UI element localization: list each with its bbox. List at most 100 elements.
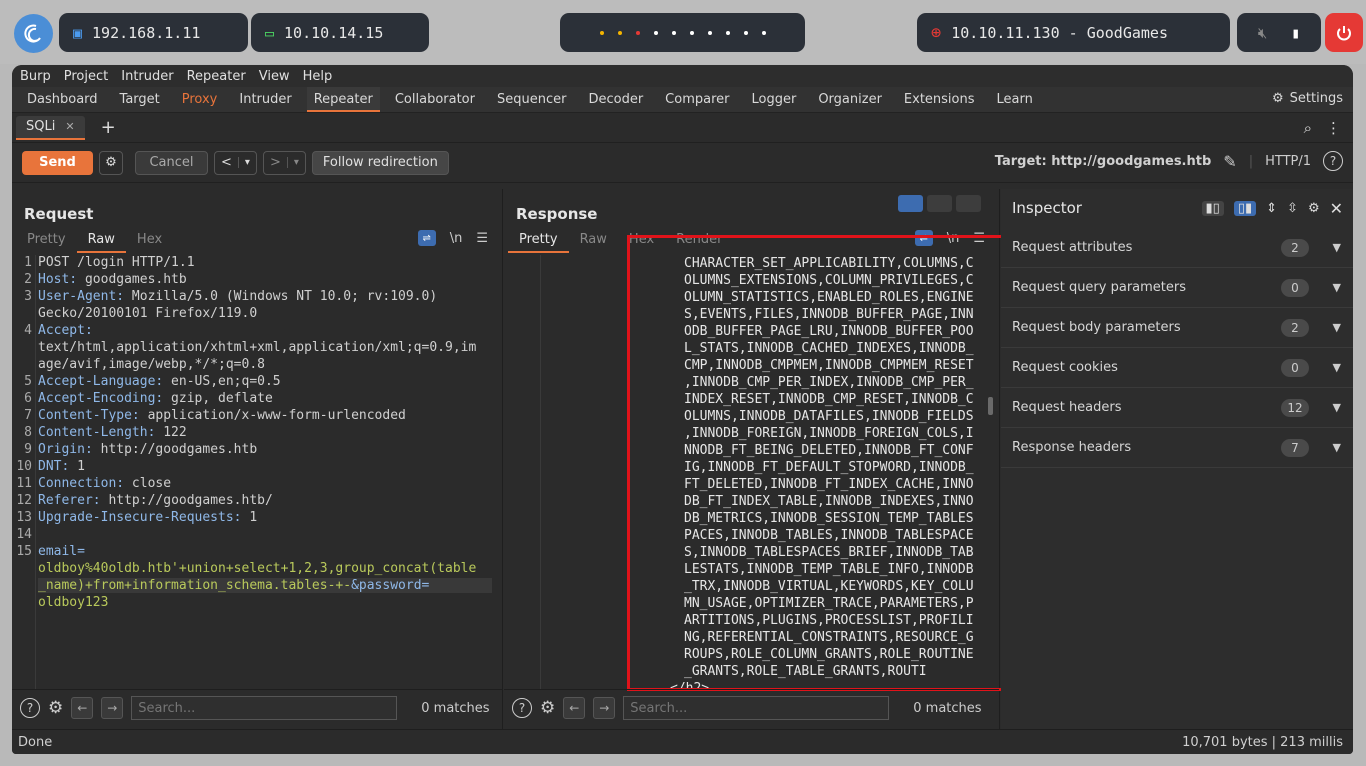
cancel-button[interactable]: Cancel: [135, 150, 208, 175]
menu-repeater[interactable]: Repeater: [187, 69, 246, 84]
more-vertical-icon[interactable]: ⋮: [1326, 119, 1341, 137]
line-number: 11: [16, 476, 32, 491]
split-vertical-icon[interactable]: [927, 195, 952, 212]
chevron-down-icon[interactable]: ▼: [1333, 401, 1341, 414]
edit-pencil-icon[interactable]: ✎: [1223, 152, 1236, 171]
header-name: Accept-Language:: [38, 374, 164, 389]
send-options-gear-icon[interactable]: ⚙: [99, 150, 123, 175]
menu-icon[interactable]: ☰: [476, 231, 488, 246]
menu-project[interactable]: Project: [64, 69, 108, 84]
chevron-down-icon[interactable]: ▼: [1333, 281, 1341, 294]
help-icon[interactable]: ?: [1323, 151, 1343, 171]
debian-logo-icon[interactable]: [14, 14, 53, 53]
inspector-row[interactable]: Request cookies 0 ▼: [1001, 348, 1353, 388]
tab-extensions[interactable]: Extensions: [897, 87, 982, 112]
workspace-dot[interactable]: [707, 30, 712, 35]
request-search-input[interactable]: [131, 696, 398, 720]
status-bar: Done 10,701 bytes | 213 millis: [12, 729, 1353, 754]
chevron-down-icon[interactable]: ▼: [1333, 241, 1341, 254]
inspector-row[interactable]: Request query parameters 0 ▼: [1001, 268, 1353, 308]
tab-proxy[interactable]: Proxy: [175, 87, 225, 112]
tabs-layout-icon[interactable]: [956, 195, 981, 212]
workspace-dot[interactable]: [599, 30, 604, 35]
settings-button[interactable]: ⚙ Settings: [1272, 91, 1343, 106]
mute-icon[interactable]: 🔇︎: [1258, 24, 1267, 42]
tab-logger[interactable]: Logger: [745, 87, 804, 112]
tab-target[interactable]: Target: [113, 87, 167, 112]
menu-burp[interactable]: Burp: [20, 69, 51, 84]
response-view-tab-raw[interactable]: Raw: [569, 229, 618, 253]
expand-all-icon[interactable]: ⇕: [1266, 201, 1277, 216]
next-match-button[interactable]: →: [101, 697, 124, 719]
previous-match-button[interactable]: ←: [71, 697, 94, 719]
layout-right-icon[interactable]: ▯▮: [1233, 201, 1257, 216]
request-view-tab-hex[interactable]: Hex: [126, 229, 173, 253]
crosshair-icon: ⊕: [931, 22, 942, 43]
header-value: POST /login HTTP/1.1: [38, 255, 195, 270]
inspector-row[interactable]: Request headers 12 ▼: [1001, 388, 1353, 428]
word-wrap-icon[interactable]: ⇌: [417, 230, 436, 246]
help-icon[interactable]: ?: [20, 698, 40, 718]
previous-match-button[interactable]: ←: [563, 697, 586, 719]
send-button[interactable]: Send: [22, 150, 93, 175]
request-view-tab-raw[interactable]: Raw: [76, 229, 126, 253]
header-name: Connection:: [38, 476, 125, 491]
newline-toggle-icon[interactable]: \n: [450, 231, 463, 246]
tab-dashboard[interactable]: Dashboard: [20, 87, 105, 112]
workspace-switcher[interactable]: [560, 13, 805, 52]
power-icon[interactable]: [1325, 13, 1363, 52]
inspector-row[interactable]: Request body parameters 2 ▼: [1001, 308, 1353, 348]
gear-icon[interactable]: ⚙: [48, 698, 63, 718]
gear-icon: ⚙: [1272, 91, 1284, 106]
workspace-dot[interactable]: [653, 30, 658, 35]
tab-comparer[interactable]: Comparer: [658, 87, 736, 112]
response-view-tab-pretty[interactable]: Pretty: [508, 229, 569, 253]
tab-organizer[interactable]: Organizer: [811, 87, 889, 112]
chevron-down-icon[interactable]: ▼: [1333, 361, 1341, 374]
http-version-label[interactable]: HTTP/1: [1265, 154, 1311, 169]
repeater-tab-sqli[interactable]: SQLi ✕: [16, 115, 85, 140]
workspace-dot[interactable]: [689, 30, 694, 35]
collapse-all-icon[interactable]: ⇳: [1287, 201, 1298, 216]
workspace-dot[interactable]: [743, 30, 748, 35]
menu-view[interactable]: View: [259, 69, 290, 84]
forward-button[interactable]: > ▾: [262, 150, 306, 175]
add-tab-icon[interactable]: +: [101, 117, 116, 138]
inspector-row[interactable]: Request attributes 2 ▼: [1001, 228, 1353, 268]
chevron-down-icon[interactable]: ▼: [1333, 321, 1341, 334]
line-number: 2: [24, 272, 32, 287]
request-editor[interactable]: 1 POST /login HTTP/1.1 2 Host: goodgames.ht…: [12, 255, 502, 690]
gear-icon[interactable]: ⚙: [540, 698, 555, 718]
tab-learn[interactable]: Learn: [990, 87, 1040, 112]
tab-collaborator[interactable]: Collaborator: [388, 87, 482, 112]
workspace-dot[interactable]: [617, 30, 622, 35]
tab-repeater[interactable]: Repeater: [306, 87, 380, 112]
tab-sequencer[interactable]: Sequencer: [490, 87, 573, 112]
help-icon[interactable]: ?: [512, 698, 532, 718]
count-badge: 2: [1281, 238, 1309, 257]
workspace-dot[interactable]: [635, 30, 640, 35]
tray-widget: 🔇︎ ▮: [1237, 13, 1321, 52]
request-view-tabs: Pretty Raw Hex: [16, 229, 173, 253]
gear-icon[interactable]: ⚙: [1308, 201, 1320, 216]
layout-toggle[interactable]: [898, 195, 981, 212]
close-icon[interactable]: ✕: [65, 120, 74, 133]
inspector-row[interactable]: Response headers 7 ▼: [1001, 428, 1353, 468]
tab-decoder[interactable]: Decoder: [581, 87, 650, 112]
back-button[interactable]: < ▾: [214, 150, 257, 175]
tab-intruder[interactable]: Intruder: [232, 87, 298, 112]
response-search-input[interactable]: [623, 696, 890, 720]
workspace-dot[interactable]: [671, 30, 676, 35]
menu-help[interactable]: Help: [303, 69, 333, 84]
request-view-tab-pretty[interactable]: Pretty: [16, 229, 77, 253]
search-icon[interactable]: ⌕: [1304, 119, 1312, 137]
workspace-dot[interactable]: [761, 30, 766, 35]
split-horizontal-icon[interactable]: [898, 195, 923, 212]
next-match-button[interactable]: →: [593, 697, 616, 719]
menu-intruder[interactable]: Intruder: [121, 69, 173, 84]
layout-left-icon[interactable]: ▮▯: [1201, 201, 1224, 216]
follow-redirection-button[interactable]: Follow redirection: [311, 150, 449, 175]
close-icon[interactable]: ✕: [1330, 199, 1343, 218]
workspace-dot[interactable]: [725, 30, 730, 35]
chevron-down-icon[interactable]: ▼: [1333, 441, 1341, 454]
